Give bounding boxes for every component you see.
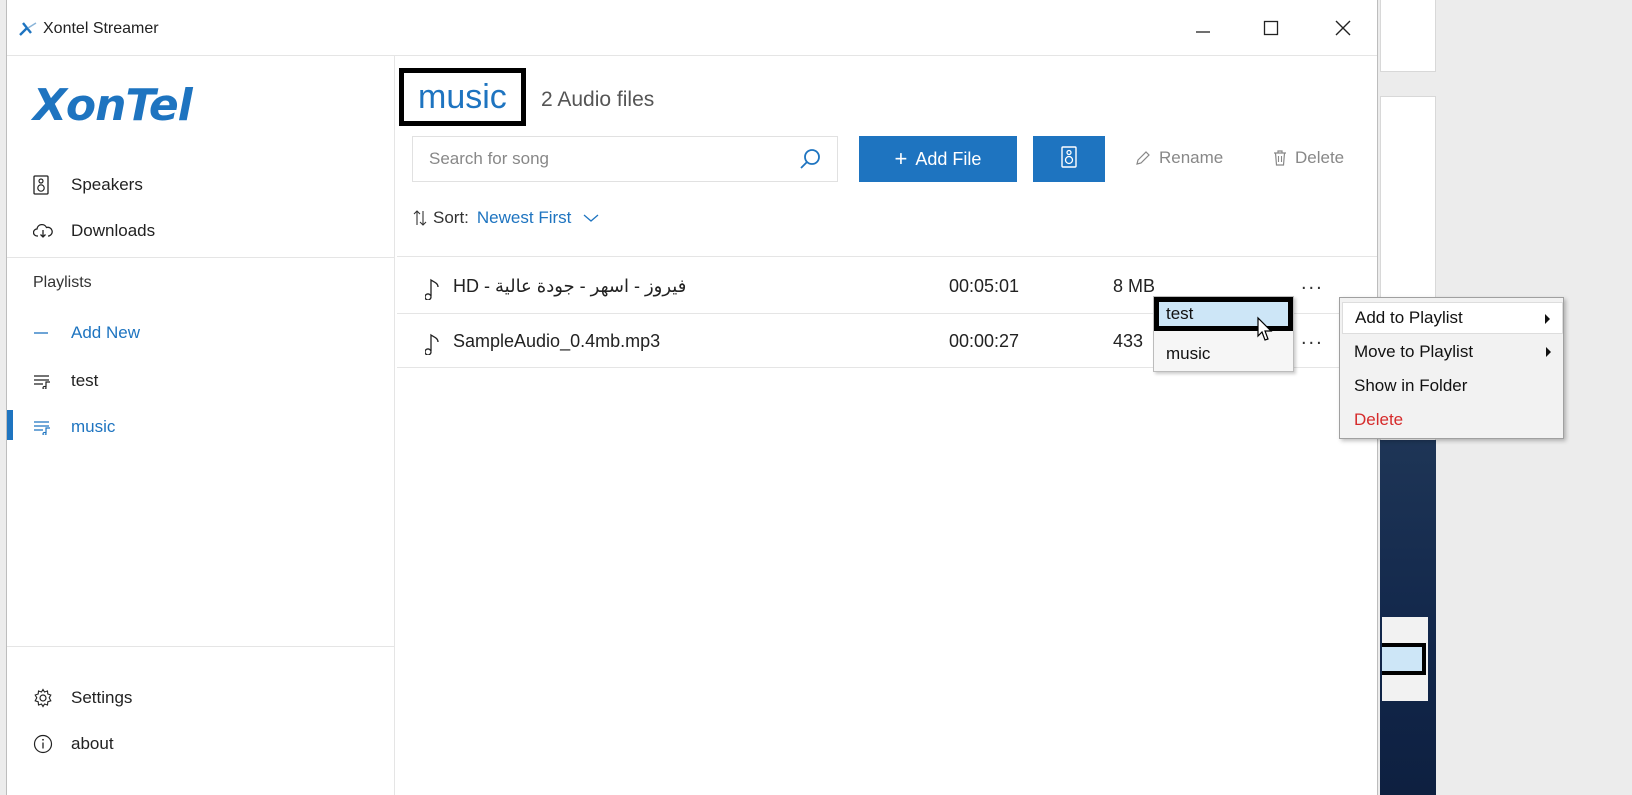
sort-dropdown[interactable]: Newest First (477, 208, 571, 228)
sidebar-item-label: test (71, 371, 99, 390)
divider (7, 257, 395, 258)
playlists-heading: Playlists (33, 274, 92, 291)
sidebar-item-label: music (71, 417, 116, 436)
sort-label: Sort: (433, 208, 469, 227)
playlist-icon (33, 417, 57, 437)
menu-item-add-to-playlist[interactable]: Add to Playlist (1342, 302, 1563, 334)
file-name: فيروز - اسهر - جودة عالية - HD (453, 276, 687, 296)
sidebar-item-label: Settings (71, 688, 133, 707)
more-options-button[interactable]: ... (1301, 272, 1324, 295)
delete-button[interactable]: Delete (1273, 148, 1344, 168)
mouse-cursor-icon (1256, 316, 1276, 349)
file-name: SampleAudio_0.4mb.mp3 (453, 331, 661, 351)
info-icon (33, 734, 57, 754)
rename-button[interactable]: Rename (1135, 148, 1223, 168)
title-bar: Xontel Streamer (7, 0, 1377, 56)
context-menu: Add to Playlist Move to Playlist Show in… (1339, 297, 1564, 439)
search-box (412, 136, 838, 182)
active-indicator (7, 410, 13, 440)
cloud-download-icon (33, 221, 57, 241)
xontel-logo: XonTel (33, 80, 193, 131)
minimize-button[interactable] (1189, 14, 1217, 42)
chevron-down-icon[interactable] (583, 208, 599, 228)
add-file-button[interactable]: + Add File (859, 136, 1017, 182)
menu-item-label: Move to Playlist (1354, 342, 1474, 361)
add-new-label: Add New (71, 323, 140, 342)
menu-item-move-to-playlist[interactable]: Move to Playlist (1342, 336, 1563, 368)
sort-icon (413, 210, 427, 226)
speaker-icon (1061, 145, 1077, 173)
sidebar-item-label: about (71, 734, 114, 753)
trash-icon (1273, 150, 1287, 166)
file-size: 433 (1113, 331, 1144, 351)
playlist-icon (33, 371, 57, 391)
add-file-label: Add File (915, 148, 982, 169)
plus-icon: + (894, 146, 908, 171)
maximize-button[interactable] (1257, 14, 1285, 42)
sidebar-item-label: Speakers (71, 175, 143, 194)
file-duration: 00:05:01 (949, 276, 1020, 296)
minimize-icon (1196, 31, 1210, 33)
add-playlist-button[interactable]: Add New (33, 318, 140, 348)
file-size: 8 MB (1113, 276, 1156, 296)
rename-label: Rename (1159, 148, 1224, 167)
divider (397, 256, 1377, 257)
menu-item-delete[interactable]: Delete (1342, 404, 1563, 436)
sidebar-item-playlist-test[interactable]: test (33, 366, 98, 396)
close-icon (1335, 20, 1351, 36)
search-input[interactable] (429, 149, 789, 169)
speaker-button[interactable] (1033, 136, 1105, 182)
search-icon[interactable] (799, 148, 821, 175)
sidebar-item-label: Downloads (71, 221, 156, 240)
file-count: 2 Audio files (541, 88, 655, 111)
maximize-icon (1263, 20, 1279, 36)
close-button[interactable] (1329, 14, 1357, 42)
app-window: Xontel Streamer XonTel Speakers Download… (6, 0, 1378, 795)
menu-item-show-in-folder[interactable]: Show in Folder (1342, 370, 1563, 402)
divider (7, 646, 395, 647)
sidebar-item-speakers[interactable]: Speakers (33, 170, 143, 200)
gear-icon (33, 688, 57, 708)
submenu-arrow-icon (1546, 347, 1551, 357)
submenu-arrow-icon (1545, 314, 1550, 324)
background-window-panel (1380, 0, 1436, 72)
xontel-logo-icon (19, 22, 37, 36)
sidebar: XonTel Speakers Downloads Playlists Add … (7, 56, 395, 795)
delete-label: Delete (1295, 148, 1345, 167)
speaker-icon (33, 175, 57, 195)
more-options-button[interactable]: ... (1301, 327, 1324, 350)
window-title: Xontel Streamer (43, 20, 159, 37)
sidebar-item-about[interactable]: about (33, 729, 114, 759)
main-content: music 2 Audio files + Add File Rename (397, 56, 1377, 795)
sidebar-item-settings[interactable]: Settings (33, 683, 132, 713)
menu-item-label: Show in Folder (1354, 376, 1468, 395)
page-title-box: music (399, 68, 526, 126)
pencil-icon (1135, 150, 1151, 166)
sort-control: Sort: Newest First (413, 208, 599, 228)
menu-item-label: Add to Playlist (1355, 308, 1463, 327)
background-thumbnail-highlight (1382, 643, 1426, 675)
menu-item-label: Delete (1354, 410, 1404, 429)
music-note-icon (424, 333, 441, 360)
sidebar-item-playlist-music[interactable]: music (33, 412, 115, 442)
music-note-icon (424, 278, 441, 305)
sidebar-item-downloads[interactable]: Downloads (33, 216, 155, 246)
file-duration: 00:00:27 (949, 331, 1020, 351)
plus-icon (33, 323, 57, 343)
page-title: music (418, 77, 507, 116)
